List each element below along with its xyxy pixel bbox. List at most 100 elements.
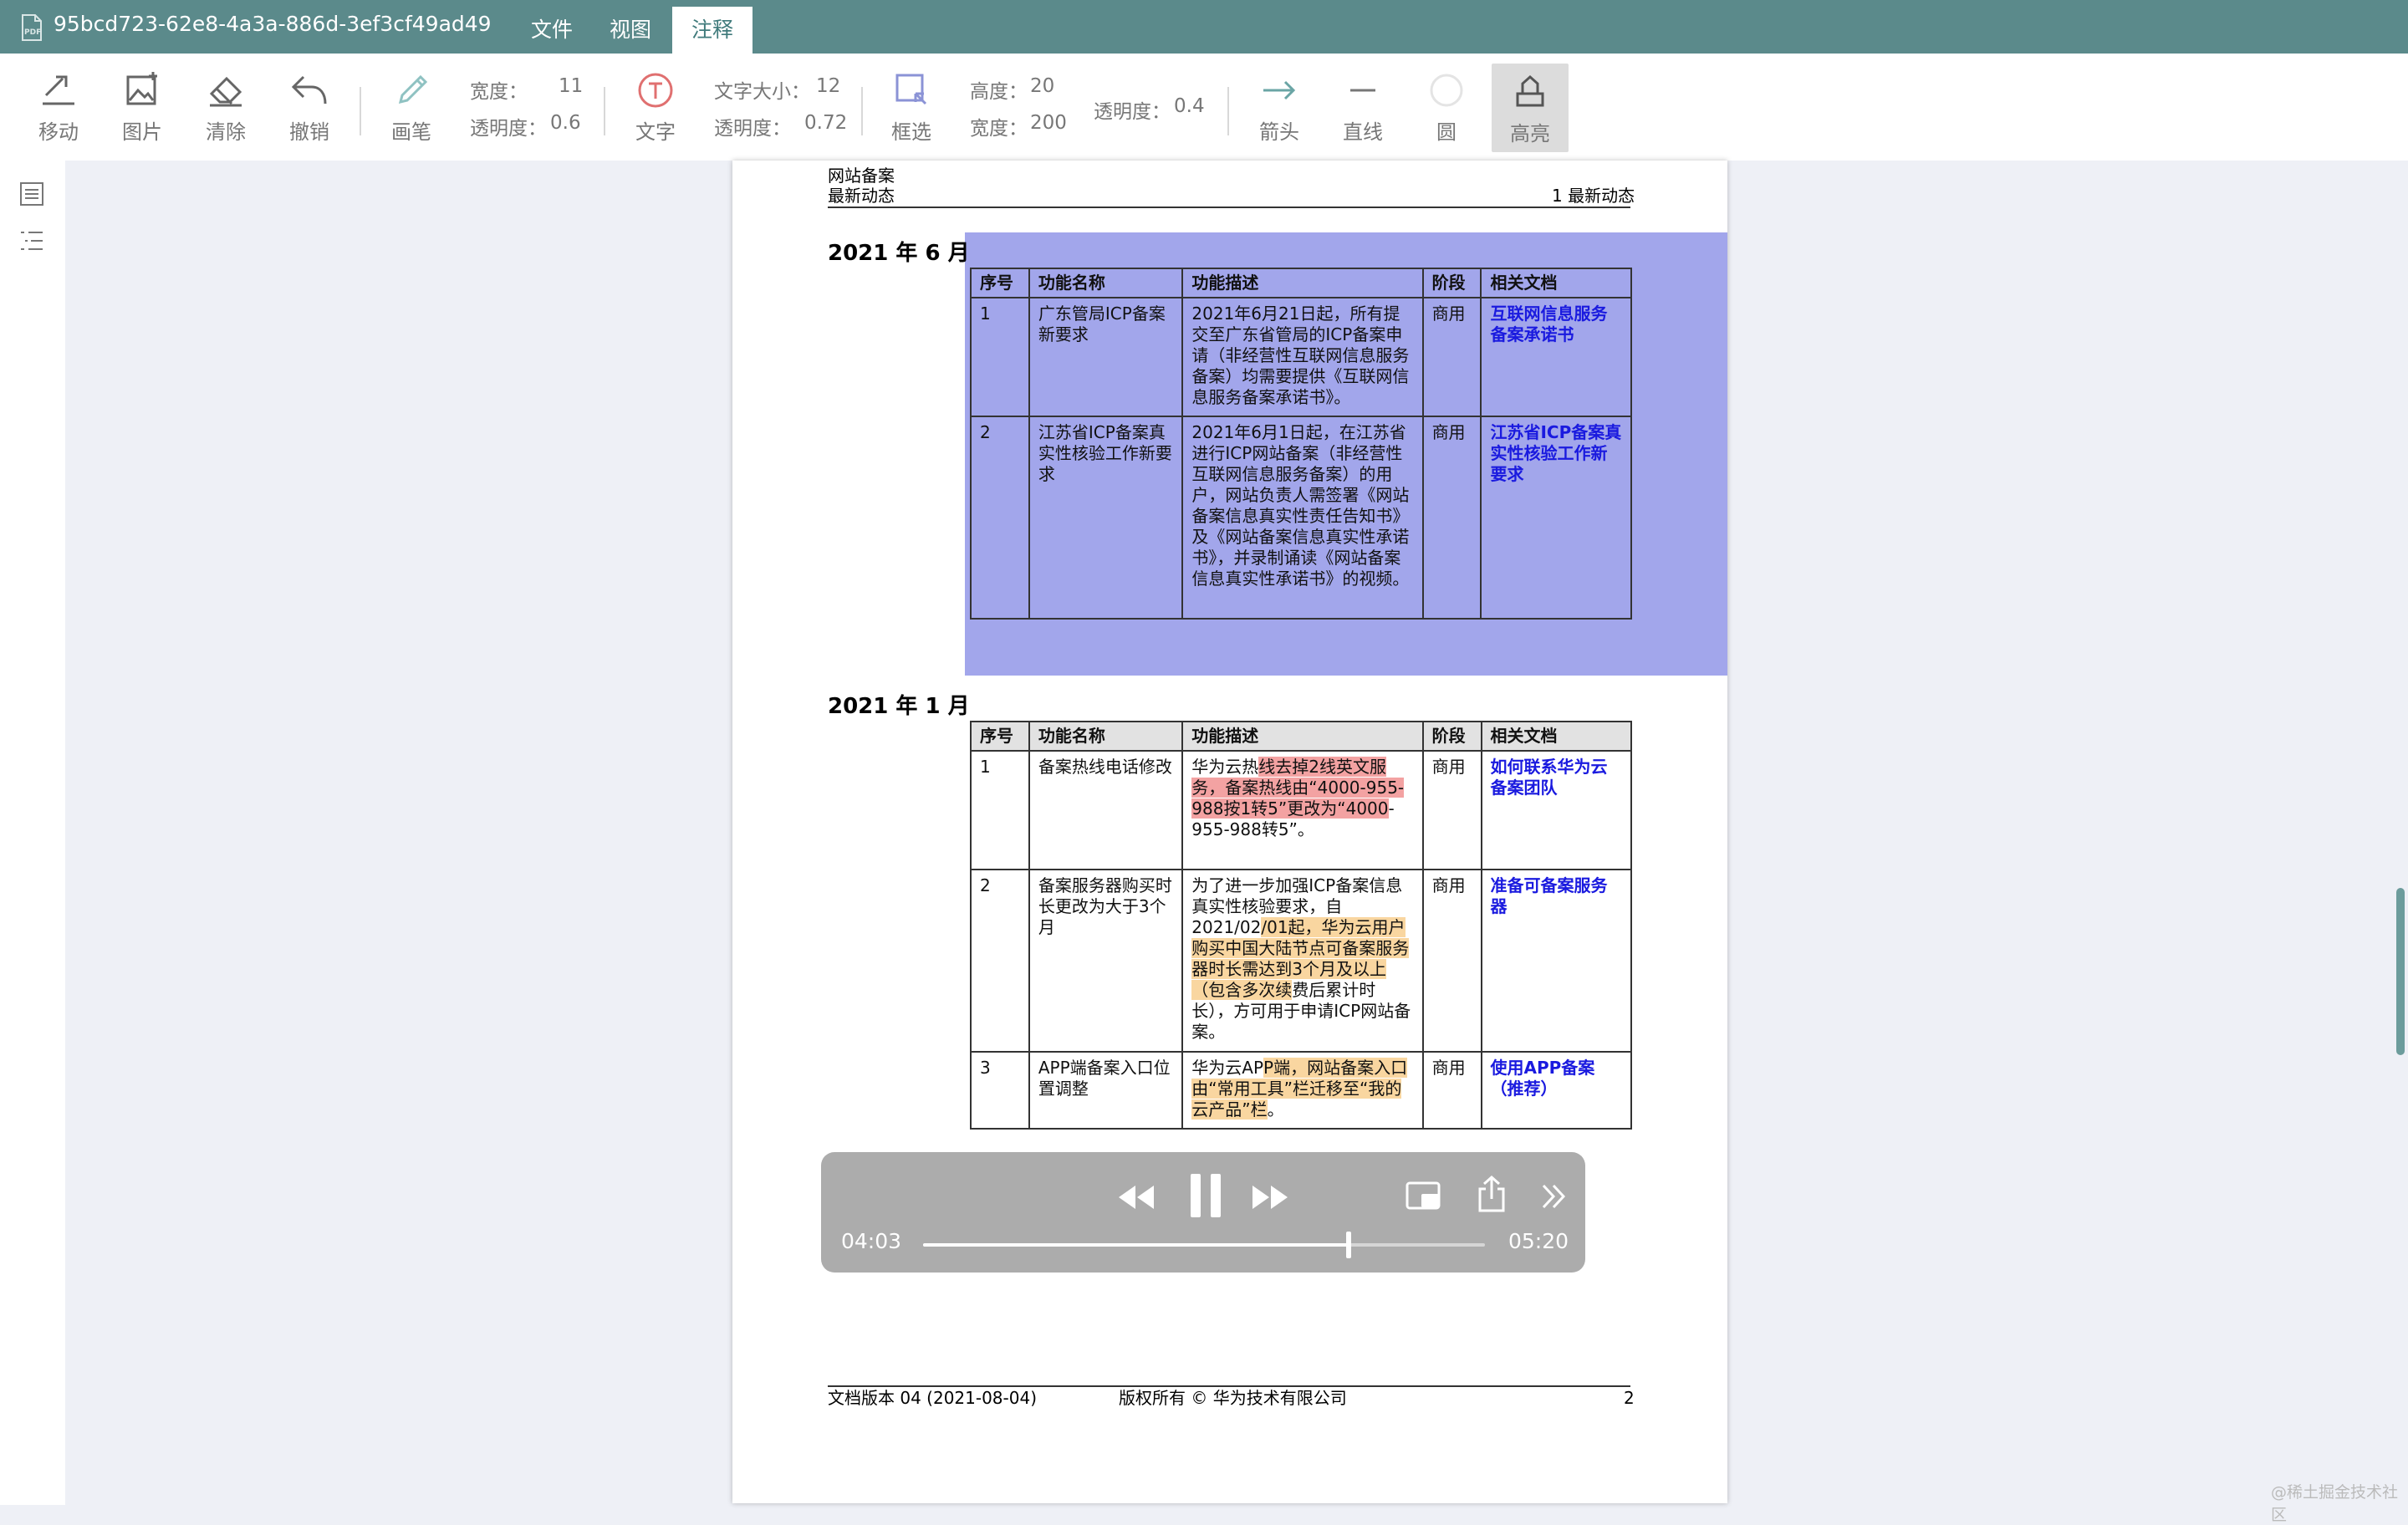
toolbar-separator [861,87,863,135]
col-header-name: 功能名称 [1028,268,1184,298]
cell-no: 1 [970,750,1030,870]
cell-no: 1 [970,297,1030,417]
rewind-icon[interactable] [1115,1179,1157,1216]
line-tool[interactable]: 直线 [1326,70,1400,162]
col-header-no: 序号 [970,268,1030,298]
menu-annotate[interactable]: 注释 [672,7,752,54]
january-table: 序号 功能名称 功能描述 阶段 相关文档 1 备案热线电话修改 华为云热线去掉2… [970,721,1632,1130]
cell-stage: 商用 [1421,416,1482,620]
cell-desc: 为了进一步加强ICP备案信息真实性核验要求，自2021/02/01起，华为云用户… [1181,869,1424,1053]
video-player-overlay[interactable]: 04:03 05:20 [821,1152,1585,1273]
pdf-file-icon: PDF [22,14,42,41]
cell-stage: 商用 [1421,297,1482,417]
select-width-value[interactable]: 200 [1030,112,1067,134]
section-title-june: 2021 年 6 月 [828,241,970,266]
progress-track[interactable] [923,1232,1485,1258]
menu-file[interactable]: 文件 [518,7,585,54]
vertical-scrollbar[interactable] [2396,888,2405,1055]
circle-tool[interactable]: 圆 [1410,70,1483,162]
title-bar: PDF 95bcd723-62e8-4a3a-886d-3ef3cf49ad49… [0,0,2408,54]
footer-version: 文档版本 04 (2021-08-04) [828,1388,1037,1408]
box-select-icon [895,74,927,105]
col-header-desc: 功能描述 [1181,721,1424,752]
annotation-toolbar: 移动 图片 清除 撤销 画笔 宽度： 11 透明度： 0.6 文字 文字大小： … [0,54,2408,161]
footer-copyright: 版权所有 © 华为技术有限公司 [1119,1388,1347,1408]
menu-view[interactable]: 视图 [597,7,664,54]
toolbar-separator [360,87,361,135]
text-tool[interactable]: 文字 [619,70,692,162]
cell-doc: 准备可备案服务器 [1480,869,1632,1053]
cell-name: 备案热线电话修改 [1028,750,1184,870]
chevrons-right-icon[interactable] [1537,1179,1570,1214]
arrow-tool[interactable]: 箭头 [1242,70,1316,162]
cell-stage: 商用 [1421,750,1482,870]
cell-doc: 使用APP备案（推荐） [1480,1051,1632,1130]
undo-tool[interactable]: 撤销 [273,70,346,162]
image-tool[interactable]: 图片 [105,70,179,162]
highlight-opacity-value[interactable]: 0.4 [1174,95,1205,117]
pen-opacity-label: 透明度： [470,118,547,140]
text-size-label: 文字大小： [714,81,810,103]
cell-name: APP端备案入口位置调整 [1028,1051,1184,1130]
total-time: 05:20 [1508,1229,1569,1253]
circle-icon [1430,74,1463,107]
line-icon [1350,89,1375,92]
pen-width-label: 宽度： [470,81,528,103]
desc-text: 华为云热 [1191,757,1259,777]
cell-doc: 江苏省ICP备案真实性核验工作新要求 [1480,416,1632,620]
select-tool[interactable]: 框选 [875,70,948,162]
col-header-stage: 阶段 [1421,721,1482,752]
doc-link[interactable]: 如何联系华为云备案团队 [1491,757,1608,798]
move-tool[interactable]: 移动 [22,70,95,162]
progress-thumb[interactable] [1345,1232,1351,1258]
desc-text: 。 [1267,1099,1284,1120]
col-header-doc: 相关文档 [1480,268,1632,298]
cell-stage: 商用 [1421,1051,1482,1130]
col-header-name: 功能名称 [1028,721,1184,752]
table-row: 1 广东管局ICP备案新要求 2021年6月21日起，所有提交至广东省管局的IC… [970,297,1632,417]
cell-desc: 2021年6月1日起，在江苏省进行ICP网站备案（非经营性互联网信息服务备案）的… [1181,416,1424,620]
pause-icon[interactable] [1187,1171,1224,1221]
pen-tool[interactable]: 画笔 [375,70,448,162]
page-header-title: 网站备案 [828,166,895,186]
clear-tool[interactable]: 清除 [189,70,263,162]
col-header-no: 序号 [970,721,1030,752]
left-sidebar [0,161,65,1505]
col-header-doc: 相关文档 [1480,721,1632,752]
select-width-label: 宽度： [970,118,1028,140]
cell-name: 江苏省ICP备案真实性核验工作新要求 [1028,416,1184,620]
table-header-row: 序号 功能名称 功能描述 阶段 相关文档 [970,721,1632,752]
doc-link[interactable]: 互联网信息服务备案承诺书 [1490,303,1607,344]
cell-desc: 华为云APP端，网站备案入口由“常用工具”栏迁移至“我的云产品”栏。 [1181,1051,1424,1130]
text-size-value[interactable]: 12 [816,75,840,97]
section-title-january: 2021 年 1 月 [828,694,970,719]
outline-icon[interactable] [18,227,45,254]
table-row: 3 APP端备案入口位置调整 华为云APP端，网站备案入口由“常用工具”栏迁移至… [970,1051,1632,1130]
progress-fill [923,1243,1349,1247]
svg-text:PDF: PDF [24,28,41,37]
doc-link[interactable]: 使用APP备案（推荐） [1491,1058,1595,1099]
pen-opacity-value[interactable]: 0.6 [550,112,581,134]
doc-link[interactable]: 准备可备案服务器 [1491,875,1608,916]
pen-width-value[interactable]: 11 [559,75,583,97]
share-icon[interactable] [1475,1174,1508,1214]
text-opacity-value[interactable]: 0.72 [804,112,847,134]
cell-stage: 商用 [1421,869,1482,1053]
toolbar-separator [1227,87,1229,135]
table-row: 1 备案热线电话修改 华为云热线去掉2线英文服务，备案热线由“4000-955-… [970,750,1632,870]
fast-forward-icon[interactable] [1249,1179,1291,1216]
table-row: 2 江苏省ICP备案真实性核验工作新要求 2021年6月1日起，在江苏省进行IC… [970,416,1632,620]
text-icon [638,73,673,108]
picture-in-picture-icon[interactable] [1405,1179,1443,1214]
arrow-right-icon [1263,80,1296,100]
highlighter-icon [1516,74,1544,107]
select-height-value[interactable]: 20 [1030,75,1054,97]
table-row: 2 备案服务器购买时长更改为大于3个月 为了进一步加强ICP备案信息真实性核验要… [970,869,1632,1053]
highlight-tool[interactable]: 高亮 [1492,64,1569,152]
doc-link[interactable]: 江苏省ICP备案真实性核验工作新要求 [1490,422,1621,484]
thumbnail-icon[interactable] [18,181,45,207]
undo-icon [291,75,327,105]
cell-desc: 2021年6月21日起，所有提交至广东省管局的ICP备案申请（非经营性互联网信息… [1181,297,1424,417]
page-header-subtitle: 最新动态 [828,186,895,206]
current-time: 04:03 [841,1229,902,1253]
